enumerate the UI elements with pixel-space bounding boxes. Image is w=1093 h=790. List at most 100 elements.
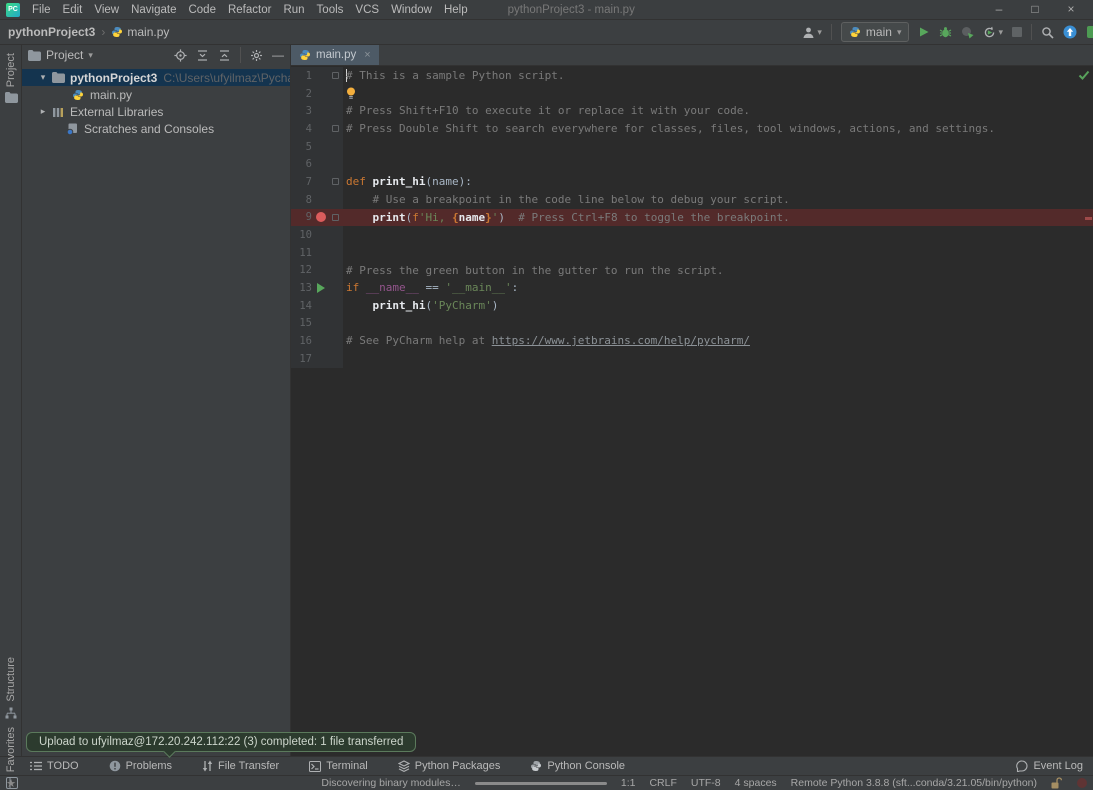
inspection-profile-icon[interactable] [1077,778,1087,788]
code-line-4[interactable]: 4 # Press Double Shift to search everywhe… [291,120,1093,138]
code-line-8[interactable]: 8 # Use a breakpoint in the code line be… [291,191,1093,209]
run-button[interactable] [918,26,930,38]
code-text[interactable]: # Press Double Shift to search everywher… [343,120,995,138]
gutter[interactable]: 10 [291,226,343,244]
code-with-me-button[interactable]: ▾ [802,26,822,39]
gutter[interactable]: 17 [291,350,343,368]
code-text[interactable]: # This is a sample Python script. [343,67,565,85]
line-number[interactable]: 6 [291,158,312,170]
breadcrumb-file[interactable]: main.py [111,25,169,39]
menu-navigate[interactable]: Navigate [125,0,182,20]
tool-window-button-terminal[interactable]: Terminal [309,760,368,772]
code-text[interactable]: # Press Shift+F10 to execute it or repla… [343,102,750,120]
inspections-ok-check-icon[interactable] [1078,70,1090,80]
minimize-button[interactable]: – [981,0,1017,20]
settings-gear-icon[interactable] [250,49,263,62]
line-number[interactable]: 9 [291,211,312,223]
menu-refactor[interactable]: Refactor [222,0,277,20]
gutter[interactable]: 13 [291,279,343,297]
profiler-button[interactable] [961,26,974,39]
line-number[interactable]: 14 [291,300,312,312]
line-number[interactable]: 3 [291,105,312,117]
tree-item-main-py[interactable]: main.py [22,86,290,103]
line-number[interactable]: 4 [291,123,312,135]
tree-item-external-libraries[interactable]: ▸External Libraries [22,103,290,120]
line-number[interactable]: 15 [291,317,312,329]
chevron-right-icon[interactable]: ▸ [36,106,50,117]
file-encoding[interactable]: UTF-8 [691,777,721,789]
update-available-icon[interactable] [1063,25,1077,39]
gutter[interactable]: 11 [291,244,343,262]
code-line-5[interactable]: 5 [291,138,1093,156]
menu-edit[interactable]: Edit [57,0,89,20]
indent-style[interactable]: 4 spaces [735,777,777,789]
gutter[interactable]: 2 [291,85,343,103]
line-number[interactable]: 2 [291,88,312,100]
gutter[interactable]: 1 [291,67,343,85]
tool-window-button-project[interactable]: Project [0,53,22,103]
code-text[interactable]: if __name__ == '__main__': [343,279,518,297]
code-text[interactable] [343,226,346,244]
tree-item-pythonproject3[interactable]: ▾pythonProject3C:\Users\ufyilmaz\Pycharm… [22,69,290,86]
tree-item-scratches-and-consoles[interactable]: Scratches and Consoles [22,120,290,137]
tool-window-button-python-console[interactable]: Python Console [530,760,625,772]
code-line-14[interactable]: 14 print_hi('PyCharm') [291,297,1093,315]
project-view-select[interactable]: Project [46,48,83,62]
line-number[interactable]: 8 [291,194,312,206]
breadcrumb-project[interactable]: pythonProject3 [8,25,95,39]
caret-position[interactable]: 1:1 [621,777,636,789]
code-line-10[interactable]: 10 [291,226,1093,244]
expand-all-button[interactable] [196,49,209,62]
chevron-down-icon[interactable]: ▾ [36,72,50,83]
fold-marker-icon[interactable] [329,214,341,221]
hyperlink[interactable]: https://www.jetbrains.com/help/pycharm/ [492,334,750,347]
code-text[interactable] [343,350,346,368]
code-text[interactable] [343,85,356,103]
line-separator[interactable]: CRLF [649,777,676,789]
gutter[interactable]: 15 [291,315,343,333]
code-line-9[interactable]: 9 print(f'Hi, {name}') # Press Ctrl+F8 t… [291,209,1093,227]
search-everywhere-button[interactable] [1041,26,1054,39]
menu-code[interactable]: Code [182,0,222,20]
clipped-toolbar-icon[interactable] [1086,25,1093,39]
menu-view[interactable]: View [88,0,125,20]
run-line-icon[interactable] [312,283,329,293]
menu-vcs[interactable]: VCS [349,0,385,20]
line-number[interactable]: 17 [291,353,312,365]
gutter[interactable]: 4 [291,120,343,138]
menu-run[interactable]: Run [277,0,310,20]
code-text[interactable]: print(f'Hi, {name}') # Press Ctrl+F8 to … [343,209,790,227]
maximize-button[interactable]: □ [1017,0,1053,20]
code-line-2[interactable]: 2 [291,85,1093,103]
line-number[interactable]: 16 [291,335,312,347]
code-line-13[interactable]: 13 if __name__ == '__main__': [291,279,1093,297]
close-tab-icon[interactable]: × [364,49,370,61]
code-line-17[interactable]: 17 [291,350,1093,368]
code-text[interactable] [343,315,346,333]
gutter[interactable]: 14 [291,297,343,315]
gutter[interactable]: 16 [291,332,343,350]
collapse-all-button[interactable] [218,49,231,62]
code-line-7[interactable]: 7def print_hi(name): [291,173,1093,191]
fold-marker-icon[interactable] [329,72,341,79]
tool-window-button-todo[interactable]: TODO [30,760,79,772]
tool-window-button-file-transfer[interactable]: File Transfer [202,760,279,772]
code-text[interactable] [343,244,346,262]
line-number[interactable]: 13 [291,282,312,294]
code-editor[interactable]: 1 # This is a sample Python script. 2 3 # Pr… [291,66,1093,756]
code-text[interactable] [343,138,346,156]
gutter[interactable]: 3 [291,102,343,120]
tool-window-button-python-packages[interactable]: Python Packages [398,760,501,772]
line-number[interactable]: 5 [291,141,312,153]
gutter[interactable]: 5 [291,138,343,156]
fold-marker-icon[interactable] [329,178,341,185]
tool-window-button-favorites[interactable]: Favorites ★ [0,727,22,790]
tab-main-py[interactable]: main.py × [291,45,379,65]
menu-tools[interactable]: Tools [311,0,350,20]
code-text[interactable]: def print_hi(name): [343,173,472,191]
code-text[interactable]: # See PyCharm help at https://www.jetbra… [343,332,750,350]
line-number[interactable]: 1 [291,70,312,82]
notification-balloon[interactable]: Upload to ufyilmaz@172.20.242.112:22 (3)… [26,732,416,752]
code-line-6[interactable]: 6 [291,155,1093,173]
code-text[interactable]: # Use a breakpoint in the code line belo… [343,191,790,209]
